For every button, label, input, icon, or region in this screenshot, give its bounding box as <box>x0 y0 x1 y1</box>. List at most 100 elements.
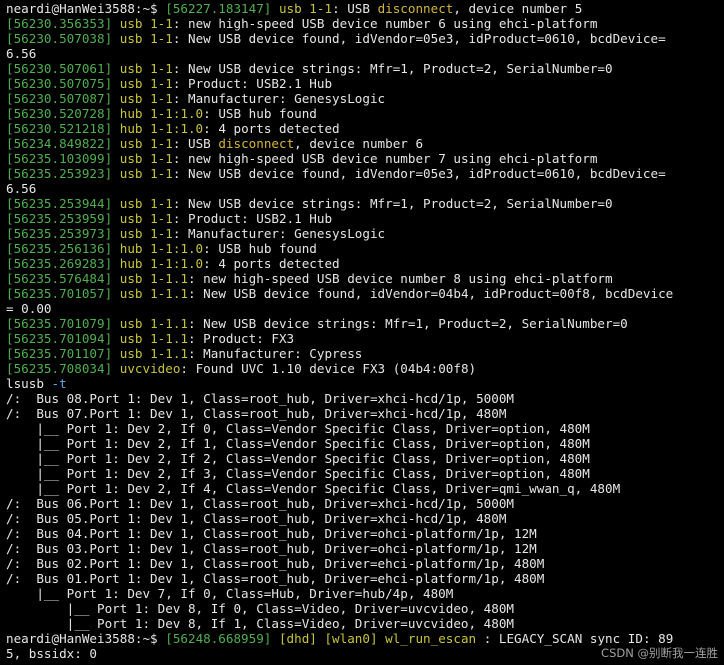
log-line: neardi@HanWei3588:~$ [56248.668959] [dhd… <box>6 631 724 646</box>
log-text: /: Bus 03.Port 1: Dev 1, Class=root_hub,… <box>6 541 537 556</box>
log-text: |__ Port 1: Dev 2, If 4, Class=Vendor Sp… <box>6 481 621 496</box>
timestamp: [56230.356353] <box>6 16 113 31</box>
log-text: : USB <box>332 1 378 16</box>
lsusb-tree-line: |__ Port 1: Dev 2, If 4, Class=Vendor Sp… <box>6 481 724 496</box>
log-text: , device number 6 <box>294 136 424 151</box>
log-text: : Found UVC 1.10 device FX3 (04b4:00f8) <box>180 361 477 376</box>
log-text: : New USB device found, idVendor=04b4, i… <box>187 286 674 301</box>
log-line: [56230.520728] hub 1-1:1.0: USB hub foun… <box>6 106 724 121</box>
log-line: [56235.256136] hub 1-1:1.0: USB hub foun… <box>6 241 724 256</box>
log-text: |__ Port 1: Dev 2, If 2, Class=Vendor Sp… <box>6 451 590 466</box>
terminal-output[interactable]: neardi@HanWei3588:~$ [56227.183147] usb … <box>6 1 724 661</box>
timestamp: [56235.701057] <box>6 286 113 301</box>
timestamp: [56230.507038] <box>6 31 113 46</box>
subsystem-tag: usb 1-1.1 <box>112 346 188 361</box>
command-line: lsusb -t <box>6 376 724 391</box>
log-text: /: Bus 02.Port 1: Dev 1, Class=root_hub,… <box>6 556 545 571</box>
subsystem-tag: usb 1-1 <box>112 61 173 76</box>
subsystem-tag: wl_run_escan <box>377 631 477 646</box>
log-text: : new high-speed USB device number 7 usi… <box>172 151 598 166</box>
subsystem-tag: hub 1-1:1.0 <box>112 256 204 271</box>
subsystem-tag: usb 1-1.1 <box>112 271 188 286</box>
log-line: [56230.521218] hub 1-1:1.0: 4 ports dete… <box>6 121 724 136</box>
log-text: : New USB device found, idVendor=05e3, i… <box>172 166 666 181</box>
log-text: : 4 ports detected <box>203 121 340 136</box>
timestamp: [56235.253944] <box>6 196 113 211</box>
log-text: : New USB device strings: Mfr=1, Product… <box>172 61 613 76</box>
lsusb-tree-line: /: Bus 08.Port 1: Dev 1, Class=root_hub,… <box>6 391 724 406</box>
log-text: /: Bus 01.Port 1: Dev 1, Class=root_hub,… <box>6 571 545 586</box>
timestamp: [56227.183147] <box>165 1 272 16</box>
warning-keyword: disconnect <box>218 136 295 151</box>
log-text: : Product: USB2.1 Hub <box>172 211 333 226</box>
log-text: = 0.00 <box>6 301 52 316</box>
lsusb-tree-line: |__ Port 1: Dev 8, If 1, Class=Video, Dr… <box>6 616 724 631</box>
log-line: [56235.253944] usb 1-1: New USB device s… <box>6 196 724 211</box>
timestamp: [56235.701094] <box>6 331 113 346</box>
shell-prompt: neardi@HanWei3588:~$ <box>6 631 166 646</box>
lsusb-tree-line: /: Bus 07.Port 1: Dev 1, Class=root_hub,… <box>6 406 724 421</box>
log-line: [56230.507075] usb 1-1: Product: USB2.1 … <box>6 76 724 91</box>
subsystem-tag: usb 1-1 <box>112 211 173 226</box>
log-line: [56235.701079] usb 1-1.1: New USB device… <box>6 316 724 331</box>
log-line: [56235.253959] usb 1-1: Product: USB2.1 … <box>6 211 724 226</box>
timestamp: [56235.253973] <box>6 226 113 241</box>
log-text: : new high-speed USB device number 6 usi… <box>172 16 598 31</box>
log-line: [56235.269283] hub 1-1:1.0: 4 ports dete… <box>6 256 724 271</box>
timestamp: [56235.576484] <box>6 271 113 286</box>
log-line: = 0.00 <box>6 301 724 316</box>
lsusb-tree-line: /: Bus 03.Port 1: Dev 1, Class=root_hub,… <box>6 541 724 556</box>
timestamp: [56235.103099] <box>6 151 113 166</box>
timestamp: [56235.269283] <box>6 256 113 271</box>
timestamp: [56230.520728] <box>6 106 113 121</box>
log-text: : USB hub found <box>203 106 317 121</box>
subsystem-tag: hub 1-1:1.0 <box>112 121 204 136</box>
subsystem-tag: usb 1-1 <box>112 196 173 211</box>
log-text: : 4 ports detected <box>203 256 340 271</box>
subsystem-tag: [wlan0] <box>316 631 378 646</box>
log-line: [56235.701094] usb 1-1.1: Product: FX3 <box>6 331 724 346</box>
subsystem-tag: usb 1-1 <box>112 136 173 151</box>
log-text: |__ Port 1: Dev 8, If 0, Class=Video, Dr… <box>6 601 514 616</box>
subsystem-tag: usb 1-1 <box>112 151 173 166</box>
watermark-text: CSDN @别断我一连胜 <box>601 646 718 660</box>
log-line: [56235.701107] usb 1-1.1: Manufacturer: … <box>6 346 724 361</box>
log-line: [56230.507061] usb 1-1: New USB device s… <box>6 61 724 76</box>
lsusb-tree-line: /: Bus 02.Port 1: Dev 1, Class=root_hub,… <box>6 556 724 571</box>
lsusb-tree-line: |__ Port 1: Dev 2, If 0, Class=Vendor Sp… <box>6 421 724 436</box>
log-text: : new high-speed USB device number 8 usi… <box>187 271 613 286</box>
lsusb-tree-line: |__ Port 1: Dev 8, If 0, Class=Video, Dr… <box>6 601 724 616</box>
log-line: [56235.103099] usb 1-1: new high-speed U… <box>6 151 724 166</box>
timestamp: [56235.701079] <box>6 316 113 331</box>
log-text: : LEGACY_SCAN sync ID: 89 <box>476 631 674 646</box>
subsystem-tag: usb 1-1.1 <box>112 286 188 301</box>
timestamp: [56230.507087] <box>6 91 113 106</box>
timestamp: [56235.708034] <box>6 361 113 376</box>
subsystem-tag: usb 1-1 <box>112 91 173 106</box>
subsystem-tag: usb 1-1 <box>112 166 173 181</box>
log-line: neardi@HanWei3588:~$ [56227.183147] usb … <box>6 1 724 16</box>
timestamp: [56235.253959] <box>6 211 113 226</box>
log-line: [56235.253973] usb 1-1: Manufacturer: Ge… <box>6 226 724 241</box>
lsusb-tree-line: /: Bus 06.Port 1: Dev 1, Class=root_hub,… <box>6 496 724 511</box>
timestamp: [56234.849822] <box>6 136 113 151</box>
log-text: : Product: USB2.1 Hub <box>172 76 333 91</box>
lsusb-tree-line: |__ Port 1: Dev 2, If 1, Class=Vendor Sp… <box>6 436 724 451</box>
log-text: : Product: FX3 <box>187 331 295 346</box>
subsystem-tag: usb 1-1.1 <box>112 331 188 346</box>
timestamp: [56248.668959] <box>165 631 272 646</box>
lsusb-tree-line: |__ Port 1: Dev 2, If 3, Class=Vendor Sp… <box>6 466 724 481</box>
log-text: |__ Port 1: Dev 2, If 3, Class=Vendor Sp… <box>6 466 590 481</box>
timestamp: [56235.701107] <box>6 346 113 361</box>
log-text: /: Bus 07.Port 1: Dev 1, Class=root_hub,… <box>6 406 507 421</box>
timestamp: [56235.253923] <box>6 166 113 181</box>
timestamp: [56235.256136] <box>6 241 113 256</box>
subsystem-tag: hub 1-1:1.0 <box>112 106 204 121</box>
log-line: [56235.253923] usb 1-1: New USB device f… <box>6 166 724 181</box>
log-line: [56235.708034] uvcvideo: Found UVC 1.10 … <box>6 361 724 376</box>
subsystem-tag: usb 1-1 <box>112 16 173 31</box>
log-text: 6.56 <box>6 181 37 196</box>
log-line: 6.56 <box>6 46 724 61</box>
log-text: /: Bus 08.Port 1: Dev 1, Class=root_hub,… <box>6 391 514 406</box>
subsystem-tag: usb 1-1 <box>112 226 173 241</box>
